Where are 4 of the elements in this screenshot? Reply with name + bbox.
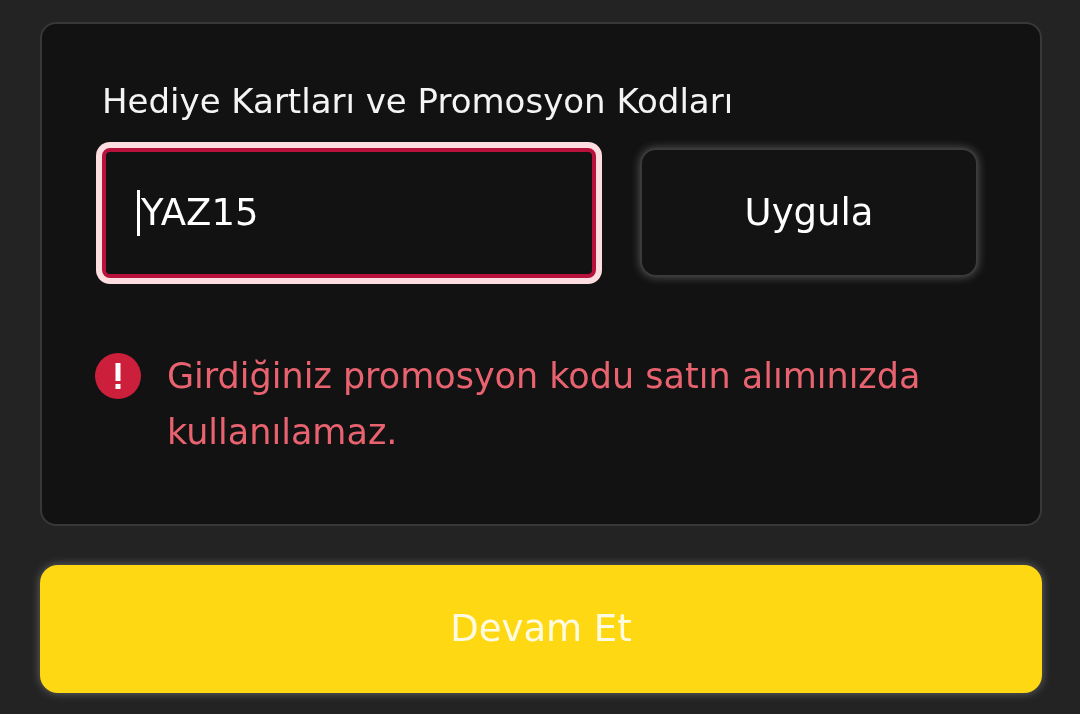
error-message: Girdiğiniz promosyon kodu satın alımınızda kullanılamaz.: [167, 355, 922, 454]
section-title: Hediye Kartları ve Promosyon Kodları: [102, 80, 734, 122]
apply-button[interactable]: Uygula: [640, 148, 978, 277]
error-icon: [95, 353, 141, 399]
